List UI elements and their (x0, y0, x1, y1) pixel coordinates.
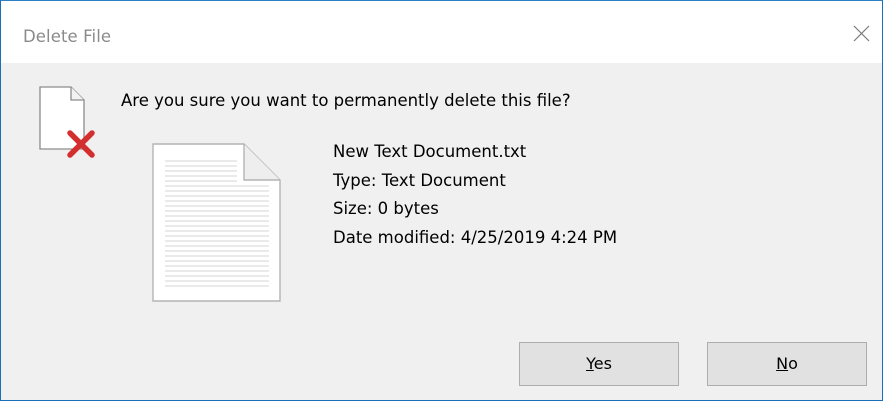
file-type: Type: Text Document (333, 170, 506, 190)
file-details: New Text Document.txt Type: Text Documen… (333, 138, 617, 252)
close-button[interactable] (838, 15, 882, 55)
file-name: New Text Document.txt (333, 142, 527, 161)
window-title: Delete File (23, 27, 112, 46)
no-button[interactable]: No (707, 342, 867, 386)
close-icon (853, 25, 870, 42)
yes-label-rest: es (593, 354, 612, 373)
file-size: Size: 0 bytes (333, 199, 439, 218)
no-label-rest: o (788, 354, 798, 373)
confirmation-message: Are you sure you want to permanently del… (121, 91, 571, 110)
no-accelerator-key: N (776, 354, 789, 373)
file-date-modified: Date modified: 4/25/2019 4:24 PM (333, 227, 618, 247)
delete-file-warning-icon (39, 86, 95, 158)
yes-button[interactable]: Yes (519, 342, 679, 386)
yes-accelerator-key: Y (586, 354, 594, 373)
text-document-icon (152, 143, 281, 302)
title-bar[interactable]: Delete File (1, 1, 882, 63)
delete-file-dialog: Delete File Are you sure you want to per… (0, 0, 883, 401)
